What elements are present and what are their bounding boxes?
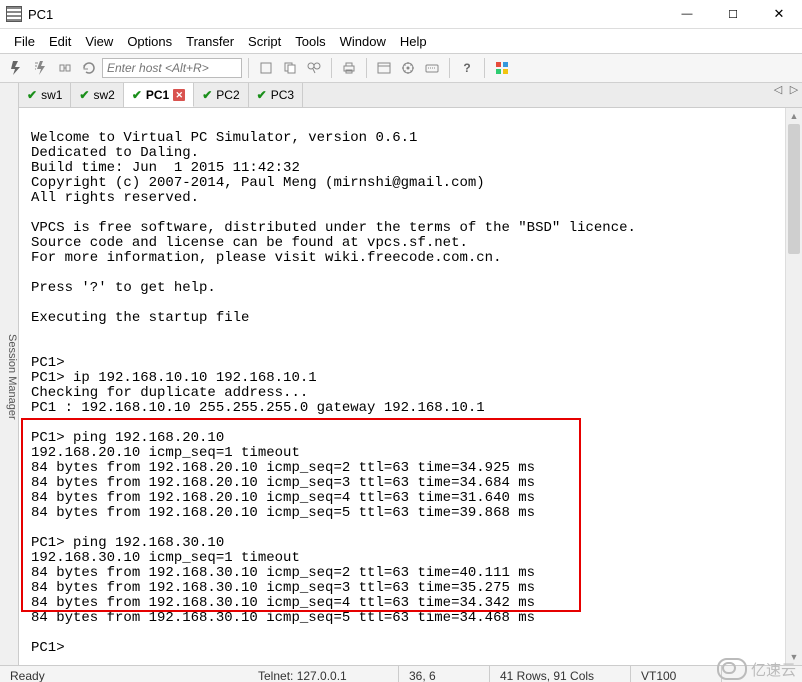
toolbar-separator xyxy=(366,58,367,78)
menu-file[interactable]: File xyxy=(14,34,35,49)
toolbar-separator xyxy=(449,58,450,78)
toolbar: ? xyxy=(0,53,802,83)
check-icon: ✔ xyxy=(132,88,142,102)
menu-window[interactable]: Window xyxy=(340,34,386,49)
terminal-output[interactable]: Welcome to Virtual PC Simulator, version… xyxy=(19,108,785,665)
tab-scroll-left[interactable]: ◁ xyxy=(770,83,786,107)
check-icon: ✔ xyxy=(257,88,267,102)
scroll-up-icon[interactable]: ▲ xyxy=(786,108,802,124)
close-button[interactable]: ✕ xyxy=(756,0,802,28)
status-size: 41 Rows, 91 Cols xyxy=(490,666,631,682)
session-manager-tab[interactable]: Session Manager xyxy=(0,83,19,665)
app-icon xyxy=(6,6,22,22)
status-ready: Ready xyxy=(0,666,220,682)
status-connection: Telnet: 127.0.0.1 xyxy=(248,666,399,682)
minimize-button[interactable]: — xyxy=(664,0,710,28)
maximize-button[interactable]: ☐ xyxy=(710,0,756,28)
tab-pc1[interactable]: ✔ PC1 ✕ xyxy=(124,83,194,107)
check-icon: ✔ xyxy=(202,88,212,102)
menu-transfer[interactable]: Transfer xyxy=(186,34,234,49)
menu-view[interactable]: View xyxy=(85,34,113,49)
print-icon[interactable] xyxy=(338,57,360,79)
keyboard-icon[interactable] xyxy=(421,57,443,79)
svg-text:?: ? xyxy=(463,61,470,75)
disconnect-icon[interactable] xyxy=(54,57,76,79)
session-options-icon[interactable] xyxy=(373,57,395,79)
menu-options[interactable]: Options xyxy=(127,34,172,49)
global-options-icon[interactable] xyxy=(397,57,419,79)
window-titlebar: PC1 — ☐ ✕ xyxy=(0,0,802,29)
scroll-down-icon[interactable]: ▼ xyxy=(786,649,802,665)
status-bar: Ready Telnet: 127.0.0.1 36, 6 41 Rows, 9… xyxy=(0,665,802,682)
copy-icon[interactable] xyxy=(279,57,301,79)
tab-pc2[interactable]: ✔ PC2 xyxy=(194,83,248,107)
tab-sw2[interactable]: ✔ sw2 xyxy=(71,83,123,107)
vertical-scrollbar[interactable]: ▲ ▼ xyxy=(785,108,802,665)
tab-label: PC2 xyxy=(216,88,239,102)
quick-connect-icon[interactable] xyxy=(30,57,52,79)
status-extra xyxy=(722,666,802,682)
check-icon: ✔ xyxy=(79,88,89,102)
status-cursor: 36, 6 xyxy=(399,666,490,682)
menu-tools[interactable]: Tools xyxy=(295,34,325,49)
new-session-icon[interactable] xyxy=(255,57,277,79)
tab-label: PC3 xyxy=(271,88,294,102)
color-scheme-icon[interactable] xyxy=(491,57,513,79)
tab-label: sw1 xyxy=(41,88,62,102)
window-title: PC1 xyxy=(28,7,53,22)
menu-script[interactable]: Script xyxy=(248,34,281,49)
tab-sw1[interactable]: ✔ sw1 xyxy=(19,83,71,107)
close-tab-icon[interactable]: ✕ xyxy=(173,89,185,101)
reconnect-icon[interactable] xyxy=(78,57,100,79)
status-termtype: VT100 xyxy=(631,666,722,682)
toolbar-separator xyxy=(484,58,485,78)
find-icon[interactable] xyxy=(303,57,325,79)
toolbar-separator xyxy=(248,58,249,78)
menu-edit[interactable]: Edit xyxy=(49,34,71,49)
menu-bar: File Edit View Options Transfer Script T… xyxy=(0,29,802,53)
tab-scroll-right[interactable]: ▷ xyxy=(786,83,802,107)
check-icon: ✔ xyxy=(27,88,37,102)
tab-label: PC1 xyxy=(146,88,169,102)
session-tabs: ✔ sw1 ✔ sw2 ✔ PC1 ✕ ✔ PC2 ✔ PC3 ◁ ▷ xyxy=(19,83,802,108)
host-input[interactable] xyxy=(102,58,242,78)
toolbar-separator xyxy=(331,58,332,78)
tab-pc3[interactable]: ✔ PC3 xyxy=(249,83,303,107)
terminal-text: Welcome to Virtual PC Simulator, version… xyxy=(31,116,777,656)
annotation-text: 此时ping一下PC2和PC3，发现3台PC机已经互连互通 实验成功！ xyxy=(63,616,522,665)
help-icon[interactable]: ? xyxy=(456,57,478,79)
scroll-thumb[interactable] xyxy=(788,124,800,254)
menu-help[interactable]: Help xyxy=(400,34,427,49)
tab-label: sw2 xyxy=(93,88,114,102)
bolt-icon[interactable] xyxy=(6,57,28,79)
